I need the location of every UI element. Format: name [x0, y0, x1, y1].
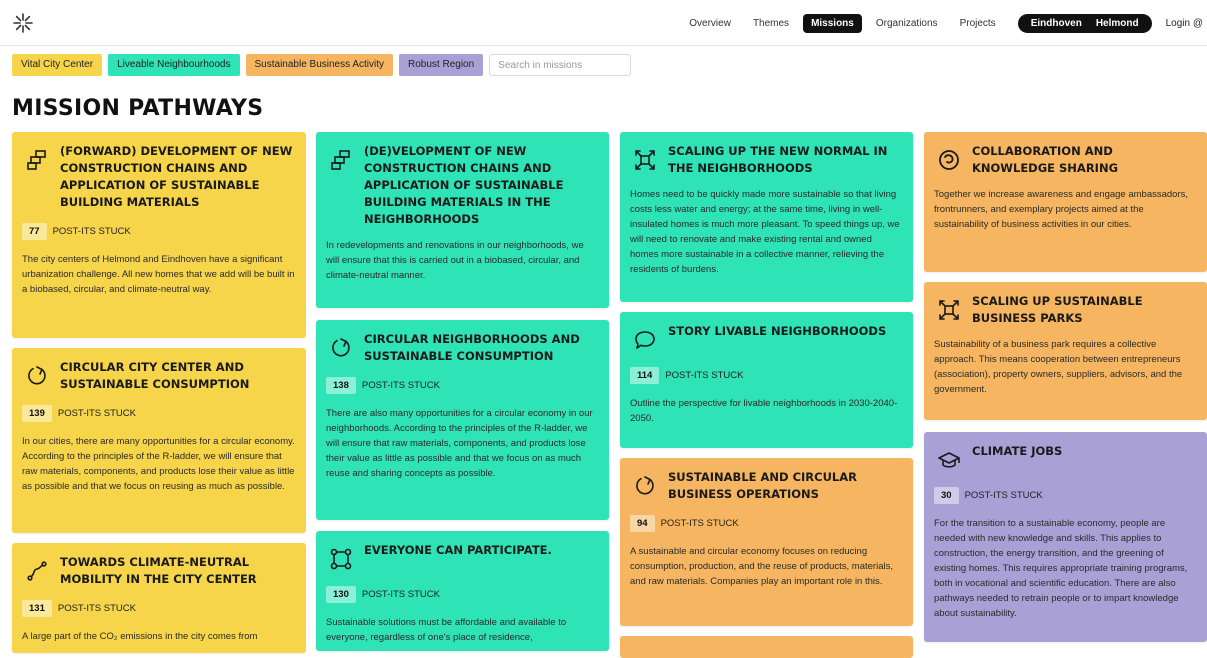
top-navigation-bar: Overview Themes Missions Organizations P… — [0, 0, 1207, 46]
postits-counter: 131 POST-ITS STUCK — [22, 600, 296, 617]
mission-card[interactable]: Climate jobs 30 POST-ITS STUCK For the t… — [924, 432, 1207, 642]
postits-label: POST-ITS STUCK — [665, 370, 744, 381]
city-helmond[interactable]: Helmond — [1089, 14, 1146, 33]
nav-organizations[interactable]: Organizations — [868, 14, 946, 33]
postits-counter: 114 POST-ITS STUCK — [630, 367, 903, 384]
nav-overview[interactable]: Overview — [681, 14, 739, 33]
filter-vital-city-center[interactable]: Vital City Center — [12, 54, 103, 76]
card-title: Climate jobs — [972, 444, 1063, 458]
nav-projects[interactable]: Projects — [952, 14, 1004, 33]
filter-robust-region[interactable]: Robust Region — [399, 54, 484, 76]
blocks-icon — [22, 145, 52, 175]
postits-counter: 138 POST-ITS STUCK — [326, 377, 599, 394]
card-description: There are also many opportunities for a … — [326, 408, 593, 479]
postits-count: 130 — [326, 586, 356, 603]
filter-liveable-neighbourhoods[interactable]: Liveable Neighbourhoods — [108, 54, 240, 76]
circular-arrow-icon — [630, 471, 660, 501]
main-nav: Overview Themes Missions Organizations P… — [675, 14, 1207, 33]
card-title: Sustainable and circular business operat… — [668, 470, 858, 501]
circular-arrow-icon — [326, 333, 356, 363]
search-input[interactable] — [489, 54, 632, 76]
card-description: Homes need to be quickly made more susta… — [630, 189, 900, 275]
postits-count: 131 — [22, 600, 52, 617]
card-title: Story livable neighborhoods — [668, 324, 887, 338]
mission-card[interactable]: Everyone can participate. 130 POST-ITS S… — [316, 531, 609, 651]
card-title: Collaboration and knowledge sharing — [972, 144, 1119, 175]
route-icon — [22, 556, 52, 586]
postits-counter: 139 POST-ITS STUCK — [22, 405, 296, 422]
postits-label: POST-ITS STUCK — [52, 226, 131, 237]
postits-count: 77 — [22, 223, 47, 240]
card-description: Together we increase awareness and engag… — [934, 189, 1189, 230]
card-description: In redevelopments and renovations in our… — [326, 240, 584, 281]
nav-themes[interactable]: Themes — [745, 14, 797, 33]
postits-count: 114 — [630, 367, 660, 384]
mission-card-partial[interactable] — [620, 636, 913, 658]
postits-counter: 94 POST-ITS STUCK — [630, 515, 903, 532]
mission-card[interactable]: (Forward) development of new constructio… — [12, 132, 306, 338]
card-description: The city centers of Helmond and Eindhove… — [22, 254, 295, 295]
postits-count: 139 — [22, 405, 52, 422]
mission-card[interactable]: Scaling up the new normal in the neighbo… — [620, 132, 913, 302]
card-description: For the transition to a sustainable econ… — [934, 518, 1188, 619]
mission-card[interactable]: Scaling up sustainable business parks Su… — [924, 282, 1207, 420]
mission-card[interactable]: Story livable neighborhoods 114 POST-ITS… — [620, 312, 913, 448]
mission-card[interactable]: Circular city center and sustainable con… — [12, 348, 306, 533]
card-title: Circular city center and sustainable con… — [60, 360, 250, 391]
postits-label: POST-ITS STUCK — [361, 589, 440, 600]
filter-sustainable-business-activity[interactable]: Sustainable Business Activity — [245, 54, 394, 76]
group-icon — [326, 544, 356, 574]
mission-card[interactable]: Towards climate-neutral mobility in the … — [12, 543, 306, 653]
card-description: Outline the perspective for livable neig… — [630, 398, 898, 424]
collaboration-icon — [934, 145, 964, 175]
graduation-cap-icon — [934, 445, 964, 475]
card-description: A sustainable and circular economy focus… — [630, 546, 893, 587]
postits-label: POST-ITS STUCK — [57, 408, 136, 419]
postits-counter: 130 POST-ITS STUCK — [326, 586, 599, 603]
mission-card[interactable]: Collaboration and knowledge sharing Toge… — [924, 132, 1207, 272]
card-title: (De)velopment of new construction chains… — [364, 144, 564, 226]
login-label: Login — [1165, 18, 1191, 29]
card-title: Scaling up the new normal in the neighbo… — [668, 144, 888, 175]
city-eindhoven[interactable]: Eindhoven — [1024, 14, 1089, 33]
card-description: In our cities, there are many opportunit… — [22, 436, 295, 492]
card-title: Towards climate-neutral mobility in the … — [60, 555, 257, 586]
scale-up-icon — [934, 295, 964, 325]
card-title: Circular neighborhoods and sustainable c… — [364, 332, 580, 363]
city-toggle: Eindhoven Helmond — [1017, 14, 1152, 33]
card-description: Sustainable solutions must be affordable… — [326, 617, 567, 643]
mission-card[interactable]: Sustainable and circular business operat… — [620, 458, 913, 626]
postits-count: 94 — [630, 515, 655, 532]
circular-arrow-icon — [22, 361, 52, 391]
login-link[interactable]: Login @ — [1166, 18, 1207, 29]
page-title: MISSION PATHWAYS — [12, 96, 264, 121]
blocks-icon — [326, 145, 356, 175]
mission-card[interactable]: Circular neighborhoods and sustainable c… — [316, 320, 609, 520]
postits-label: POST-ITS STUCK — [57, 603, 136, 614]
scale-up-icon — [630, 145, 660, 175]
postits-counter: 30 POST-ITS STUCK — [934, 487, 1197, 504]
postits-label: POST-ITS STUCK — [361, 380, 440, 391]
mission-card[interactable]: (De)velopment of new construction chains… — [316, 132, 609, 308]
login-icon: @ — [1192, 18, 1203, 29]
postits-label: POST-ITS STUCK — [964, 490, 1043, 501]
mission-filters: Vital City Center Liveable Neighbourhood… — [12, 54, 632, 76]
logo-icon[interactable] — [12, 12, 34, 34]
card-title: Scaling up sustainable business parks — [972, 294, 1143, 325]
postits-label: POST-ITS STUCK — [660, 518, 739, 529]
card-title: (Forward) development of new constructio… — [60, 144, 293, 209]
speech-bubble-icon — [630, 325, 660, 355]
card-title: Everyone can participate. — [364, 543, 552, 557]
postits-count: 30 — [934, 487, 959, 504]
card-description: Sustainability of a business park requir… — [934, 339, 1183, 395]
postits-count: 138 — [326, 377, 356, 394]
postits-counter: 77 POST-ITS STUCK — [22, 223, 296, 240]
nav-missions[interactable]: Missions — [803, 14, 862, 33]
